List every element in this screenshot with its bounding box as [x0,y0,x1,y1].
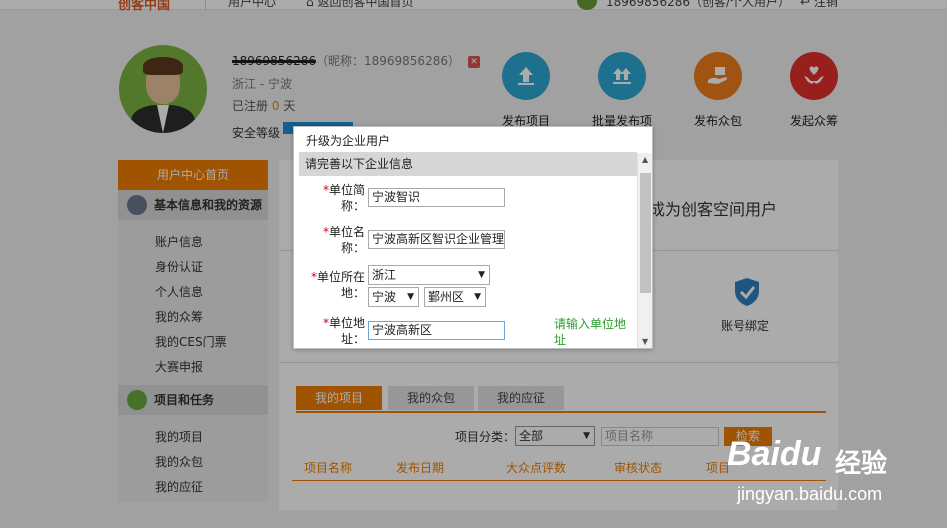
dialog-body: 请完善以下企业信息 *单位简 称： 宁波智识 *单位名 称： 宁波高新区智识企业管理… [299,152,637,348]
province-select[interactable]: 浙江 ▼ [368,265,490,285]
location-label-line1: 单位所在 [316,270,365,284]
dialog-section-header: 请完善以下企业信息 [299,152,637,176]
short-name-label-line2: 称： [340,199,365,213]
watermark-product: 经验 [835,449,888,479]
full-name-label-line1: 单位名 [328,225,365,239]
scroll-up-arrow-icon[interactable]: ▲ [642,155,648,164]
chevron-down-icon: ▼ [478,270,485,280]
province-value: 浙江 [372,268,397,282]
chevron-down-icon: ▼ [474,292,481,302]
address-label: *单位地 址： [319,315,365,347]
full-name-input[interactable]: 宁波高新区智识企业管理 [368,230,505,249]
location-label-line2: 地： [340,286,365,300]
upgrade-enterprise-dialog: 升级为企业用户 请完善以下企业信息 *单位简 称： 宁波智识 *单位名 称： 宁波高… [293,126,653,349]
scrollbar-thumb[interactable] [640,173,651,293]
dialog-scrollbar[interactable]: ▲ ▼ [637,153,652,348]
address-label-line1: 单位地 [328,316,365,330]
full-name-label-line2: 称： [340,241,365,255]
city-select[interactable]: 宁波 ▼ [368,287,419,307]
scroll-down-arrow-icon[interactable]: ▼ [642,337,648,346]
watermark-brand: Baidu [727,435,822,473]
address-hint: 请输入单位地址 [554,317,627,347]
dialog-title: 升级为企业用户 [306,134,391,148]
city-value: 宁波 [372,290,397,304]
baidu-watermark: Baidu 经验 jingyan.baidu.com [727,425,937,520]
district-value: 鄞州区 [428,290,465,304]
full-name-label: *单位名 称： [319,224,365,256]
district-select[interactable]: 鄞州区 ▼ [424,287,486,307]
short-name-label-line1: 单位简 [328,183,365,197]
location-label: *单位所在 地： [305,269,365,301]
address-input[interactable]: 宁波高新区 [368,321,505,340]
watermark-url: jingyan.baidu.com [737,484,883,504]
address-label-line2: 址： [340,332,365,346]
chevron-down-icon: ▼ [407,292,414,302]
short-name-label: *单位简 称： [319,182,365,214]
short-name-input[interactable]: 宁波智识 [368,188,505,207]
